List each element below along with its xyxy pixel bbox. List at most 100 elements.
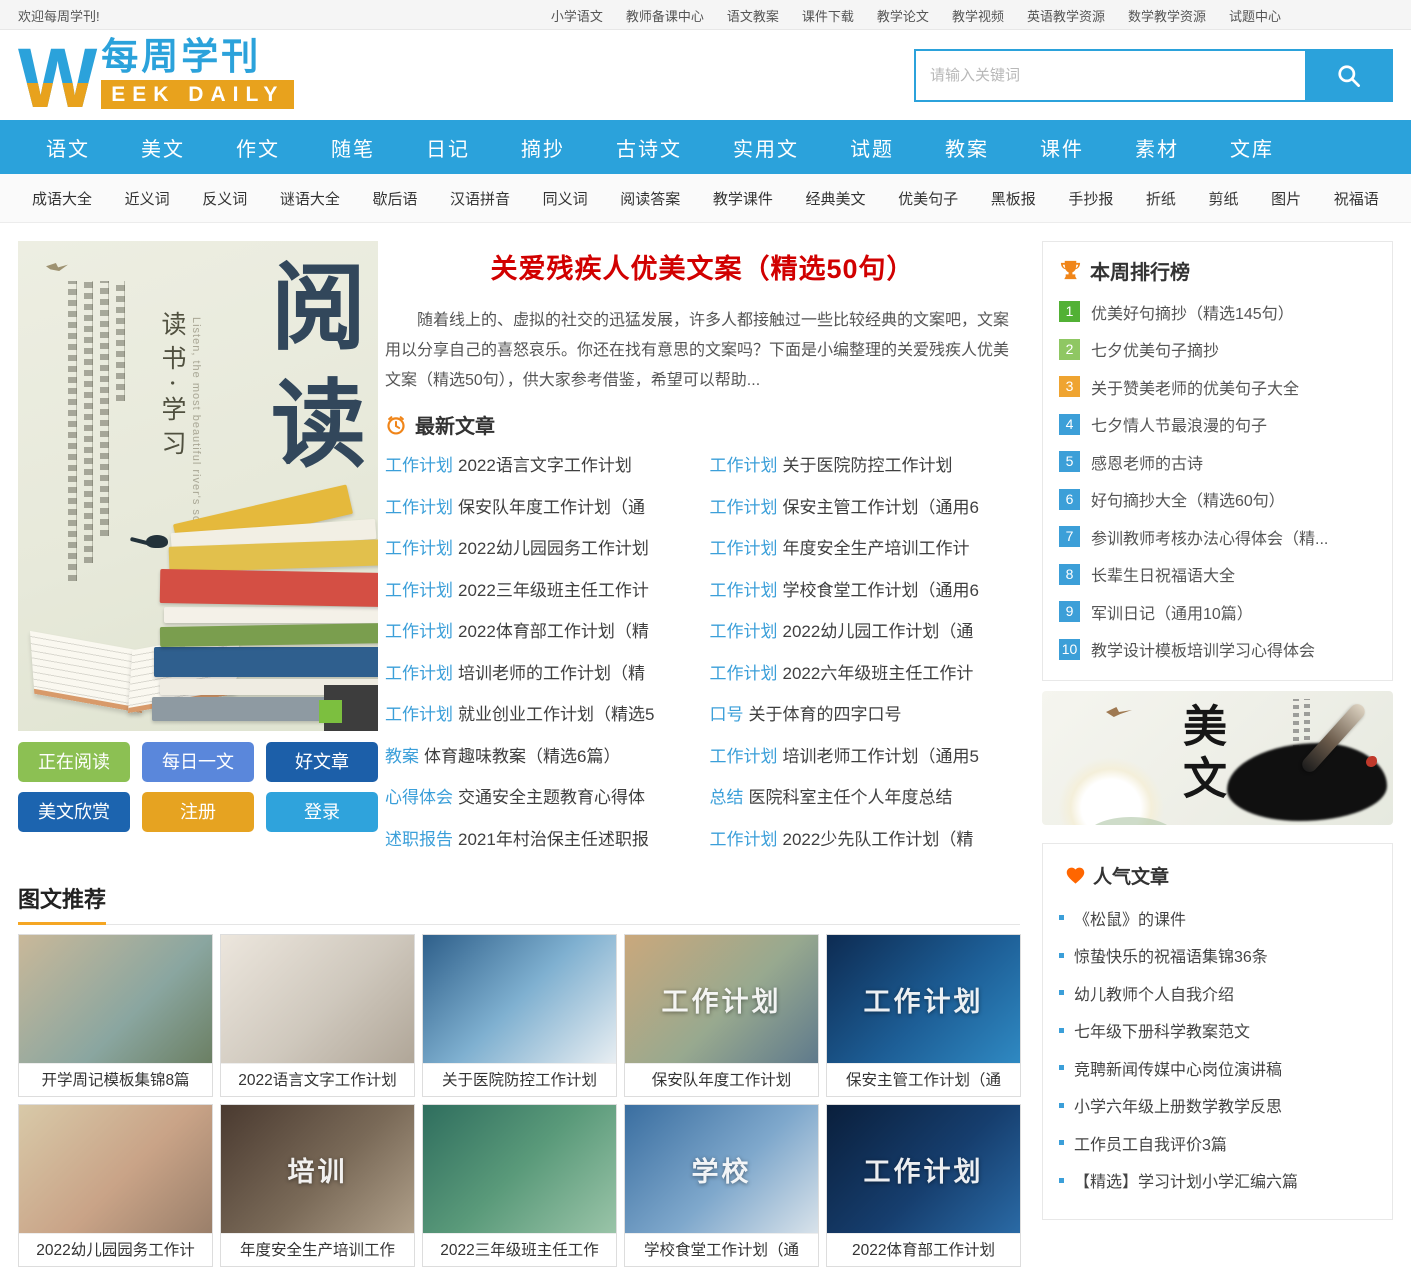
article-title-link[interactable]: 2021年村治保主任述职报 bbox=[458, 830, 649, 849]
topbar-link-kejian[interactable]: 课件下载 bbox=[802, 6, 854, 25]
article-title-link[interactable]: 学校食堂工作计划（通用6 bbox=[783, 581, 979, 600]
subnav-xiehouyu[interactable]: 歇后语 bbox=[372, 188, 417, 209]
ranking-item[interactable]: 3关于赞美老师的优美句子大全 bbox=[1059, 368, 1376, 406]
subnav-yuedudaan[interactable]: 阅读答案 bbox=[620, 188, 680, 209]
topbar-link-shipin[interactable]: 教学视频 bbox=[952, 6, 1004, 25]
popular-article-link[interactable]: 工作员工自我评价3篇 bbox=[1074, 1131, 1227, 1155]
ranking-item[interactable]: 6好句摘抄大全（精选60句） bbox=[1059, 481, 1376, 519]
article-title-link[interactable]: 保安队年度工作计划（通 bbox=[458, 498, 645, 517]
ranking-item[interactable]: 7参训教师考核办法心得体会（精... bbox=[1059, 518, 1376, 556]
article-title-link[interactable]: 2022语言文字工作计划 bbox=[458, 456, 632, 475]
article-title-link[interactable]: 2022六年级班主任工作计 bbox=[783, 664, 974, 683]
popular-article-link[interactable]: 【精选】学习计划小学汇编六篇 bbox=[1074, 1168, 1298, 1192]
nav-riji[interactable]: 日记 bbox=[426, 133, 470, 162]
register-button[interactable]: 注册 bbox=[142, 792, 254, 832]
article-category-link[interactable]: 工作计划 bbox=[385, 705, 453, 724]
nav-gushiwen[interactable]: 古诗文 bbox=[616, 133, 682, 162]
article-title-link[interactable]: 2022三年级班主任工作计 bbox=[458, 581, 649, 600]
subnav-zhezhi[interactable]: 折纸 bbox=[1146, 188, 1176, 209]
topbar-link-xiaoxueyuwen[interactable]: 小学语文 bbox=[551, 6, 603, 25]
nav-wenku[interactable]: 文库 bbox=[1230, 133, 1274, 162]
article-category-link[interactable]: 工作计划 bbox=[710, 498, 778, 517]
article-category-link[interactable]: 工作计划 bbox=[385, 498, 453, 517]
popular-article-link[interactable]: 《松鼠》的课件 bbox=[1074, 906, 1186, 930]
subnav-shouchaobao[interactable]: 手抄报 bbox=[1068, 188, 1113, 209]
article-category-link[interactable]: 工作计划 bbox=[710, 581, 778, 600]
subnav-jinyici[interactable]: 近义词 bbox=[125, 188, 170, 209]
article-category-link[interactable]: 工作计划 bbox=[385, 539, 453, 558]
subnav-jiaoxuekejian[interactable]: 教学课件 bbox=[713, 188, 773, 209]
article-title-link[interactable]: 年度安全生产培训工作计 bbox=[783, 539, 970, 558]
article-card[interactable]: 开学周记模板集锦8篇 bbox=[18, 934, 213, 1097]
reading-poster-image[interactable]: 读书·学习 Listen, the most beautiful river's… bbox=[18, 241, 378, 731]
article-category-link[interactable]: 工作计划 bbox=[710, 539, 778, 558]
article-card[interactable]: 2022幼儿园园务工作计 bbox=[18, 1104, 213, 1267]
subnav-pinyin[interactable]: 汉语拼音 bbox=[450, 188, 510, 209]
article-card[interactable]: 学校学校食堂工作计划（通 bbox=[624, 1104, 819, 1267]
nav-shiti[interactable]: 试题 bbox=[850, 133, 894, 162]
subnav-heibanbao[interactable]: 黑板报 bbox=[991, 188, 1036, 209]
ranking-item[interactable]: 5感恩老师的古诗 bbox=[1059, 443, 1376, 481]
good-articles-button[interactable]: 好文章 bbox=[266, 742, 378, 782]
subnav-youmeijuzi[interactable]: 优美句子 bbox=[898, 188, 958, 209]
article-card[interactable]: 工作计划保安队年度工作计划 bbox=[624, 934, 819, 1097]
article-title-link[interactable]: 交通安全主题教育心得体 bbox=[458, 788, 645, 807]
subnav-jianzhi[interactable]: 剪纸 bbox=[1209, 188, 1239, 209]
article-title-link[interactable]: 2022幼儿园园务工作计划 bbox=[458, 539, 649, 558]
subnav-fanyici[interactable]: 反义词 bbox=[202, 188, 247, 209]
popular-article-link[interactable]: 七年级下册科学教案范文 bbox=[1074, 1018, 1250, 1042]
ranking-item[interactable]: 2七夕优美句子摘抄 bbox=[1059, 331, 1376, 369]
topbar-link-yingyu[interactable]: 英语教学资源 bbox=[1027, 6, 1105, 25]
ranking-item[interactable]: 10教学设计模板培训学习心得体会 bbox=[1059, 631, 1376, 669]
article-category-link[interactable]: 心得体会 bbox=[385, 788, 453, 807]
article-title-link[interactable]: 保安主管工作计划（通用6 bbox=[783, 498, 979, 517]
reading-now-button[interactable]: 正在阅读 bbox=[18, 742, 130, 782]
topbar-link-lunwen[interactable]: 教学论文 bbox=[877, 6, 929, 25]
subnav-miyu[interactable]: 谜语大全 bbox=[280, 188, 340, 209]
article-card[interactable]: 工作计划保安主管工作计划（通 bbox=[826, 934, 1021, 1097]
search-input[interactable] bbox=[916, 51, 1305, 100]
ranking-item[interactable]: 9军训日记（通用10篇） bbox=[1059, 593, 1376, 631]
article-title-link[interactable]: 培训老师工作计划（通用5 bbox=[783, 747, 979, 766]
article-category-link[interactable]: 工作计划 bbox=[710, 456, 778, 475]
article-category-link[interactable]: 教案 bbox=[385, 747, 419, 766]
daily-article-button[interactable]: 每日一文 bbox=[142, 742, 254, 782]
subnav-tupian[interactable]: 图片 bbox=[1271, 188, 1301, 209]
article-card[interactable]: 2022语言文字工作计划 bbox=[220, 934, 415, 1097]
popular-article-link[interactable]: 幼儿教师个人自我介绍 bbox=[1074, 981, 1234, 1005]
article-title-link[interactable]: 关于体育的四字口号 bbox=[749, 705, 902, 724]
ranking-item[interactable]: 4七夕情人节最浪漫的句子 bbox=[1059, 406, 1376, 444]
nav-jiaoan[interactable]: 教案 bbox=[945, 133, 989, 162]
article-title-link[interactable]: 医院科室主任个人年度总结 bbox=[749, 788, 953, 807]
nav-zuowen[interactable]: 作文 bbox=[236, 133, 280, 162]
article-category-link[interactable]: 工作计划 bbox=[710, 622, 778, 641]
article-card[interactable]: 培训年度安全生产培训工作 bbox=[220, 1104, 415, 1267]
nav-meiwen[interactable]: 美文 bbox=[141, 133, 185, 162]
nav-sucai[interactable]: 素材 bbox=[1135, 133, 1179, 162]
article-title-link[interactable]: 体育趣味教案（精选6篇） bbox=[424, 747, 620, 766]
topbar-link-shiti[interactable]: 试题中心 bbox=[1229, 6, 1281, 25]
article-title-link[interactable]: 2022体育部工作计划（精 bbox=[458, 622, 649, 641]
article-title-link[interactable]: 培训老师的工作计划（精 bbox=[458, 664, 645, 683]
site-logo[interactable]: W W 每周学刊 EEK DAILY bbox=[18, 37, 294, 114]
article-card[interactable]: 2022三年级班主任工作 bbox=[422, 1104, 617, 1267]
popular-article-link[interactable]: 竞聘新闻传媒中心岗位演讲稿 bbox=[1074, 1056, 1282, 1080]
featured-article-title[interactable]: 关爱残疾人优美文案（精选50句） bbox=[385, 247, 1020, 286]
subnav-tongyici[interactable]: 同义词 bbox=[543, 188, 588, 209]
article-category-link[interactable]: 总结 bbox=[710, 788, 744, 807]
topbar-link-jiaoan[interactable]: 语文教案 bbox=[727, 6, 779, 25]
topbar-link-shuxue[interactable]: 数学教学资源 bbox=[1128, 6, 1206, 25]
meiwen-banner-image[interactable]: 美文 bbox=[1042, 691, 1393, 825]
article-card[interactable]: 关于医院防控工作计划 bbox=[422, 934, 617, 1097]
subnav-chengyu[interactable]: 成语大全 bbox=[32, 188, 92, 209]
article-category-link[interactable]: 工作计划 bbox=[385, 456, 453, 475]
nav-zhaichao[interactable]: 摘抄 bbox=[521, 133, 565, 162]
nav-suibi[interactable]: 随笔 bbox=[331, 133, 375, 162]
article-title-link[interactable]: 就业创业工作计划（精选5 bbox=[458, 705, 654, 724]
article-category-link[interactable]: 工作计划 bbox=[385, 664, 453, 683]
article-card[interactable]: 工作计划2022体育部工作计划 bbox=[826, 1104, 1021, 1267]
subnav-zhufuyu[interactable]: 祝福语 bbox=[1334, 188, 1379, 209]
nav-kejian[interactable]: 课件 bbox=[1040, 133, 1084, 162]
article-category-link[interactable]: 工作计划 bbox=[710, 664, 778, 683]
login-button[interactable]: 登录 bbox=[266, 792, 378, 832]
